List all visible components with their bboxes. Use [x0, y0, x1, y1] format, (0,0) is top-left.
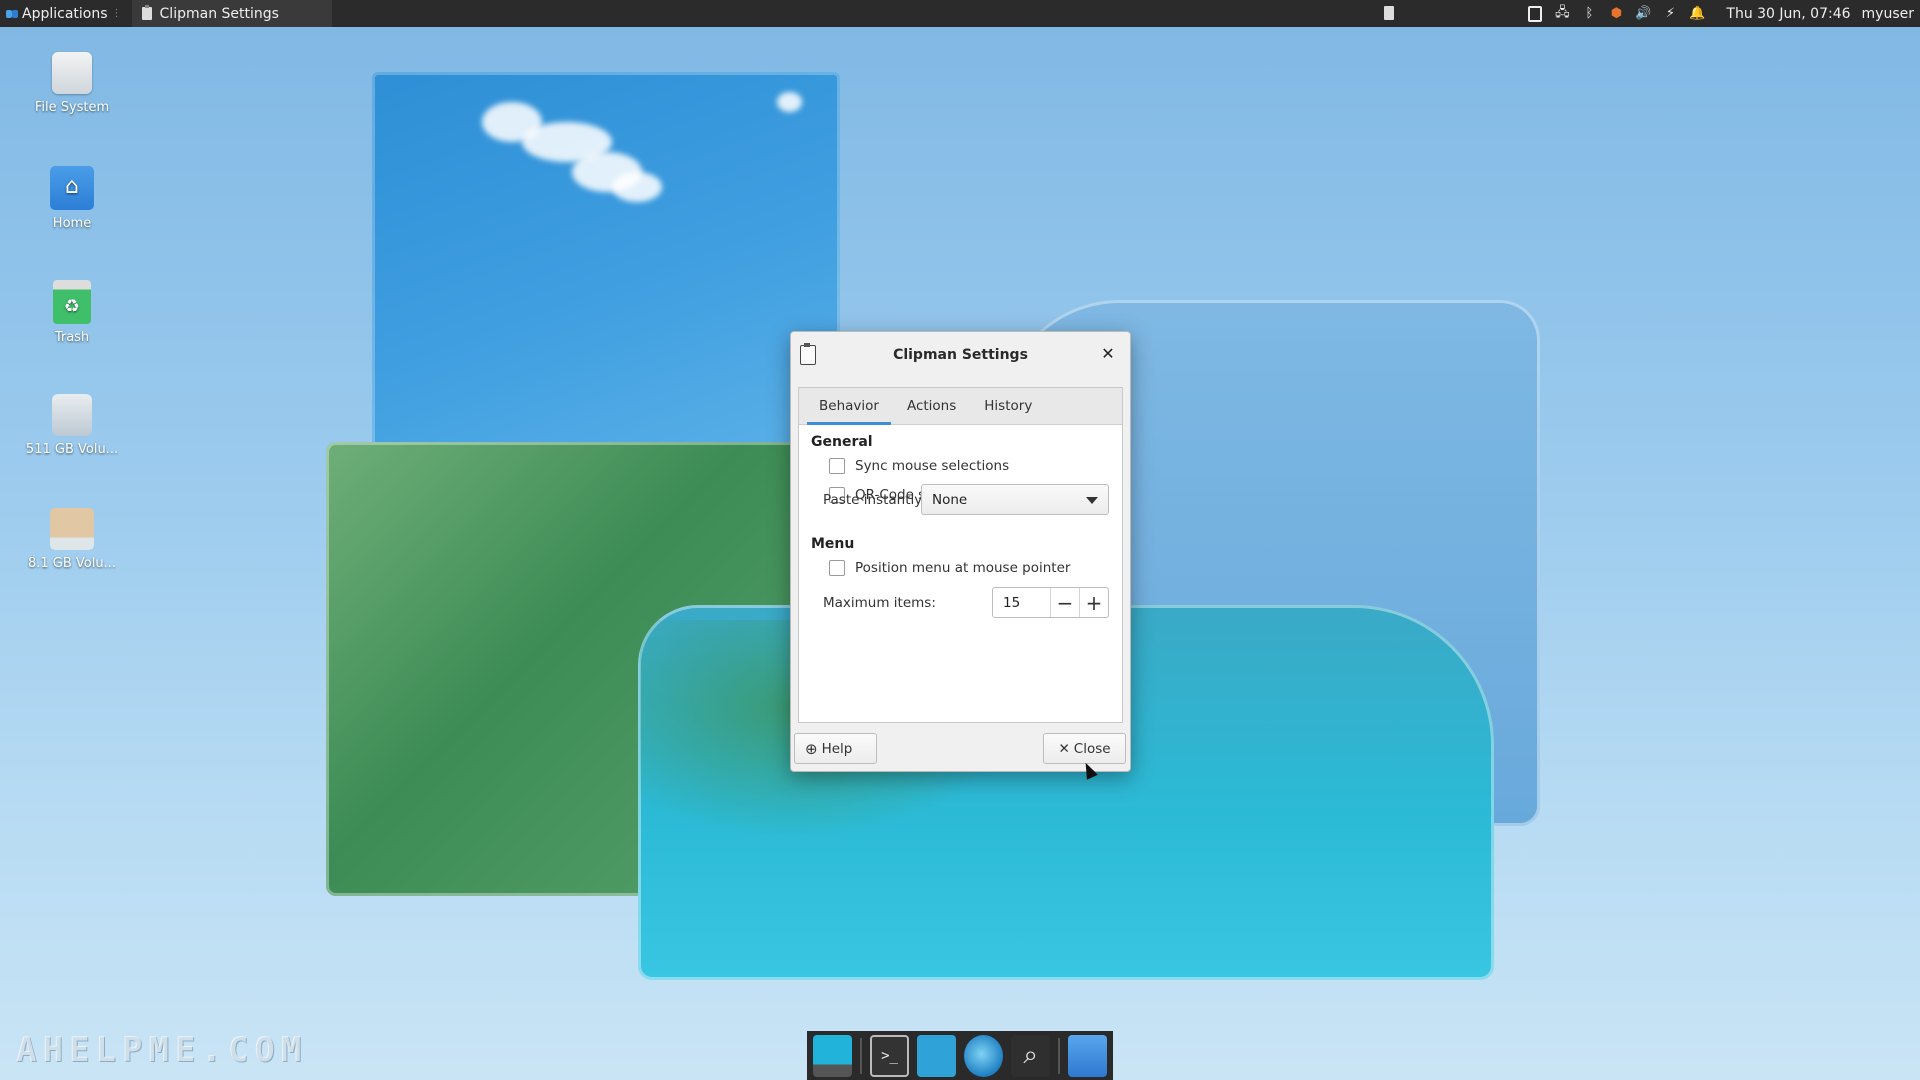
updates-shield-icon[interactable]: ⬢	[1608, 6, 1624, 22]
desktop-icon-label: 8.1 GB Volu...	[27, 556, 117, 571]
bluetooth-icon[interactable]: ᛒ	[1581, 6, 1597, 22]
clipboard-icon[interactable]	[1527, 5, 1543, 22]
dock-separator	[860, 1037, 862, 1074]
paste-instantly-dropdown[interactable]: None	[921, 484, 1109, 515]
wallpaper-blue-card	[372, 72, 840, 492]
position-menu-checkbox[interactable]: Position menu at mouse pointer	[829, 560, 1070, 576]
file-manager-icon[interactable]	[917, 1034, 957, 1077]
dialog-titlebar[interactable]: Clipman Settings ✕	[791, 332, 1130, 377]
usb-drive-icon	[50, 508, 94, 550]
wallpaper-cloud	[612, 172, 662, 202]
increment-button[interactable]: +	[1080, 588, 1108, 617]
dock: >_ ⌕	[807, 1031, 1113, 1080]
user-menu[interactable]: myuser	[1862, 6, 1914, 22]
clipboard-panel-icon[interactable]	[1384, 6, 1394, 20]
taskbar-item-clipman[interactable]: Clipman Settings	[131, 0, 332, 27]
drive-icon	[52, 52, 92, 94]
section-heading-menu: Menu	[811, 536, 855, 552]
top-panel: Applications ⋮ Clipman Settings 🖧 ᛒ ⬢ 🔊 …	[0, 0, 1920, 27]
desktop-icon-label: File System	[34, 100, 110, 115]
tab-history[interactable]: History	[970, 388, 1046, 424]
desktop-icon-volume-511[interactable]: 511 GB Volu...	[17, 394, 127, 457]
paste-instantly-label: Paste instantly:	[823, 492, 926, 508]
dock-separator	[1058, 1037, 1060, 1074]
help-button[interactable]: ⊕ Help	[794, 733, 877, 764]
clipboard-icon	[141, 5, 152, 20]
clipman-settings-dialog: Clipman Settings ✕ Behavior Actions Hist…	[790, 331, 1131, 772]
power-icon[interactable]: ⚡	[1662, 6, 1678, 22]
applications-menu-button[interactable]: Applications ⋮	[0, 0, 128, 27]
volume-icon[interactable]: 🔊	[1635, 6, 1651, 22]
taskbar-item-label: Clipman Settings	[159, 5, 279, 22]
folder-icon[interactable]	[1068, 1034, 1107, 1077]
help-lifebuoy-icon: ⊕	[805, 739, 818, 758]
desktop-icon-trash[interactable]: Trash	[17, 280, 127, 345]
desktop-icon-volume-8[interactable]: 8.1 GB Volu...	[17, 508, 127, 571]
desktop-icon-home[interactable]: Home	[17, 166, 127, 231]
section-heading-general: General	[811, 434, 873, 450]
tab-behavior[interactable]: Behavior	[805, 388, 893, 425]
clipboard-icon	[800, 343, 816, 365]
dialog-title: Clipman Settings	[893, 346, 1028, 363]
home-folder-icon	[50, 166, 94, 210]
tab-bar: Behavior Actions History	[799, 388, 1122, 425]
network-icon[interactable]: 🖧	[1554, 5, 1570, 22]
wallpaper-cloud	[777, 92, 802, 112]
sync-mouse-selections-checkbox[interactable]: Sync mouse selections	[829, 458, 1009, 474]
separator-icon: ⋮	[111, 8, 122, 19]
volume-icon	[52, 394, 92, 436]
checkbox-label: Sync mouse selections	[855, 458, 1010, 474]
maximum-items-spinner: 15 − +	[992, 587, 1109, 618]
close-button[interactable]: ✕ Close	[1043, 733, 1126, 764]
terminal-icon[interactable]: >_	[869, 1034, 910, 1077]
dropdown-value: None	[932, 491, 968, 508]
close-button-label: Close	[1073, 740, 1111, 757]
web-browser-icon[interactable]	[964, 1034, 1004, 1077]
maximum-items-label: Maximum items:	[823, 595, 936, 611]
settings-notebook: Behavior Actions History General Sync mo…	[798, 387, 1123, 723]
close-icon[interactable]: ✕	[1098, 344, 1118, 364]
applications-label: Applications	[22, 5, 108, 22]
decrement-button[interactable]: −	[1051, 588, 1080, 617]
tab-actions[interactable]: Actions	[893, 388, 970, 424]
app-finder-search-icon[interactable]: ⌕	[1011, 1034, 1051, 1077]
show-desktop-icon[interactable]	[813, 1034, 852, 1077]
desktop-icon-label: Home	[52, 216, 92, 231]
notification-bell-icon[interactable]: 🔔	[1689, 6, 1705, 22]
close-icon: ✕	[1058, 740, 1070, 757]
applications-icon	[6, 8, 18, 20]
desktop-icon-label: Trash	[54, 330, 90, 345]
watermark: AHELPME.COM	[16, 1030, 308, 1070]
clock[interactable]: Thu 30 Jun, 07:46	[1726, 6, 1850, 22]
trash-icon	[53, 280, 91, 324]
checkbox-label: Position menu at mouse pointer	[855, 560, 1071, 576]
desktop-icon-label: 511 GB Volu...	[25, 442, 119, 457]
checkbox-box[interactable]	[829, 458, 845, 474]
chevron-down-icon	[1086, 497, 1098, 504]
desktop-icon-file-system[interactable]: File System	[17, 52, 127, 115]
maximum-items-input[interactable]: 15	[993, 588, 1051, 617]
system-tray: 🖧 ᛒ ⬢ 🔊 ⚡ 🔔 Thu 30 Jun, 07:46 myuser	[1527, 0, 1920, 27]
help-button-label: Help	[821, 740, 853, 757]
checkbox-box[interactable]	[829, 560, 845, 576]
